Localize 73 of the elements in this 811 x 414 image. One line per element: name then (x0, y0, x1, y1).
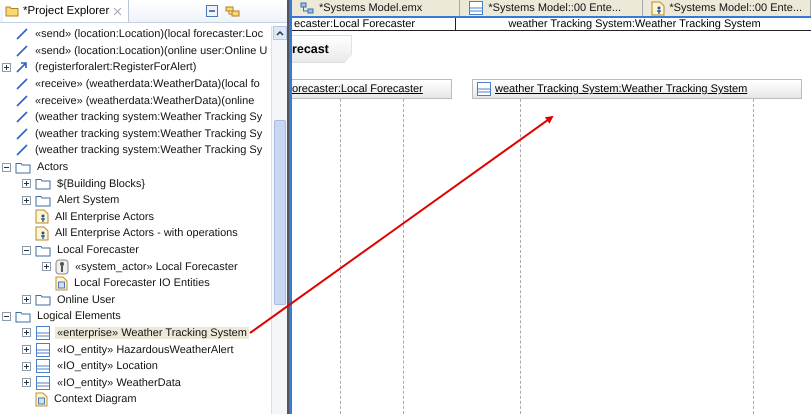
tree-item[interactable]: «receive» (weatherdata:WeatherData)(online (33, 94, 256, 107)
header-cell: ecaster:Local Forecaster (292, 18, 456, 30)
tree-item[interactable]: «send» (location:Location)(local forecaster:Loc (33, 28, 266, 40)
chevron-up-icon (276, 30, 284, 36)
class-icon (35, 374, 51, 391)
line-icon (15, 126, 29, 141)
tree-item[interactable]: Context Diagram (52, 393, 139, 406)
expand-toggle[interactable] (22, 378, 31, 388)
expand-toggle[interactable] (22, 295, 31, 304)
folder-icon (35, 177, 51, 190)
expand-toggle[interactable] (22, 246, 31, 255)
folder-icon (35, 293, 51, 306)
tree-item[interactable]: Local Forecaster IO Entities (72, 277, 212, 290)
scroll-up-button[interactable] (272, 26, 286, 40)
link-editor-icon[interactable] (225, 4, 241, 18)
line-icon (15, 143, 29, 158)
tree-item[interactable]: Alert System (55, 194, 122, 206)
expand-toggle[interactable] (22, 345, 31, 354)
tree-item[interactable]: All Enterprise Actors (53, 210, 156, 223)
class-icon (35, 358, 51, 374)
expand-toggle[interactable] (2, 162, 11, 172)
lifeline-head[interactable]: orecaster:Local Forecaster (292, 79, 452, 99)
class-icon (35, 324, 51, 341)
tree-item[interactable]: (weather tracking system:Weather Tracking Sy (33, 144, 264, 156)
diagram-icon (35, 392, 48, 407)
arrow-icon (15, 60, 29, 74)
tree-item[interactable]: «IO_entity» Location (55, 360, 160, 372)
tree-item[interactable]: Online User (55, 294, 118, 306)
tree-item[interactable]: «send» (location:Location)(online user:Online U (33, 44, 270, 57)
tree-item[interactable]: «IO_entity» HazardousWeatherAlert (55, 344, 236, 356)
header-cell-text: weather Tracking System:Weather Tracking System (507, 18, 762, 30)
tree-item[interactable]: Logical Elements (35, 310, 123, 322)
collapse-all-icon[interactable] (205, 4, 219, 18)
class-icon (468, 0, 484, 16)
expand-toggle[interactable] (22, 179, 31, 188)
line-icon (15, 110, 29, 124)
class-icon (35, 342, 51, 358)
diagram-actor-icon (651, 0, 666, 16)
diagram-actor-icon (35, 226, 49, 241)
expand-toggle[interactable] (22, 328, 31, 338)
expand-toggle[interactable] (22, 362, 31, 371)
model-icon (300, 2, 315, 14)
line-icon (15, 77, 29, 92)
tree-item[interactable]: Local Forecaster (55, 244, 141, 256)
tree-item[interactable]: (weather tracking system:Weather Tracking Sy (33, 111, 264, 124)
folder-icon (15, 310, 31, 323)
tree-item[interactable]: ${Building Blocks} (55, 178, 148, 190)
tree-item[interactable]: «receive» (weatherdata:WeatherData)(local fo (33, 78, 262, 90)
expand-toggle[interactable] (22, 196, 31, 205)
frame-label: recast (292, 35, 352, 63)
scrollbar-thumb[interactable] (274, 120, 286, 305)
expand-toggle[interactable] (2, 312, 11, 321)
actor-icon (55, 258, 69, 275)
tree-item[interactable]: (registerforalert:RegisterForAlert) (33, 61, 198, 74)
tree-item[interactable]: (weather tracking system:Weather Tracking Sy (33, 128, 264, 140)
expand-toggle[interactable] (42, 262, 51, 272)
tree-item[interactable]: «system_actor» Local Forecaster (73, 260, 240, 273)
lifeline-head[interactable]: weather Tracking System:Weather Tracking System (472, 79, 802, 99)
line-icon (15, 44, 29, 58)
line-icon (15, 27, 29, 42)
folder-icon (15, 160, 31, 174)
diagram-actor-icon (35, 209, 49, 224)
folder-icon (35, 194, 51, 207)
tree-item[interactable]: «IO_entity» WeatherData (55, 376, 183, 389)
folder-icon (35, 244, 51, 257)
tree-item[interactable]: Actors (35, 161, 70, 174)
class-icon (476, 81, 492, 97)
line-icon (15, 94, 29, 108)
folder-icon (5, 5, 19, 17)
diagram-icon (55, 276, 68, 291)
expand-toggle[interactable] (2, 62, 11, 72)
tree-item[interactable]: «enterprise» Weather Tracking System (55, 326, 249, 339)
tree-item[interactable]: All Enterprise Actors - with operations (53, 227, 240, 240)
